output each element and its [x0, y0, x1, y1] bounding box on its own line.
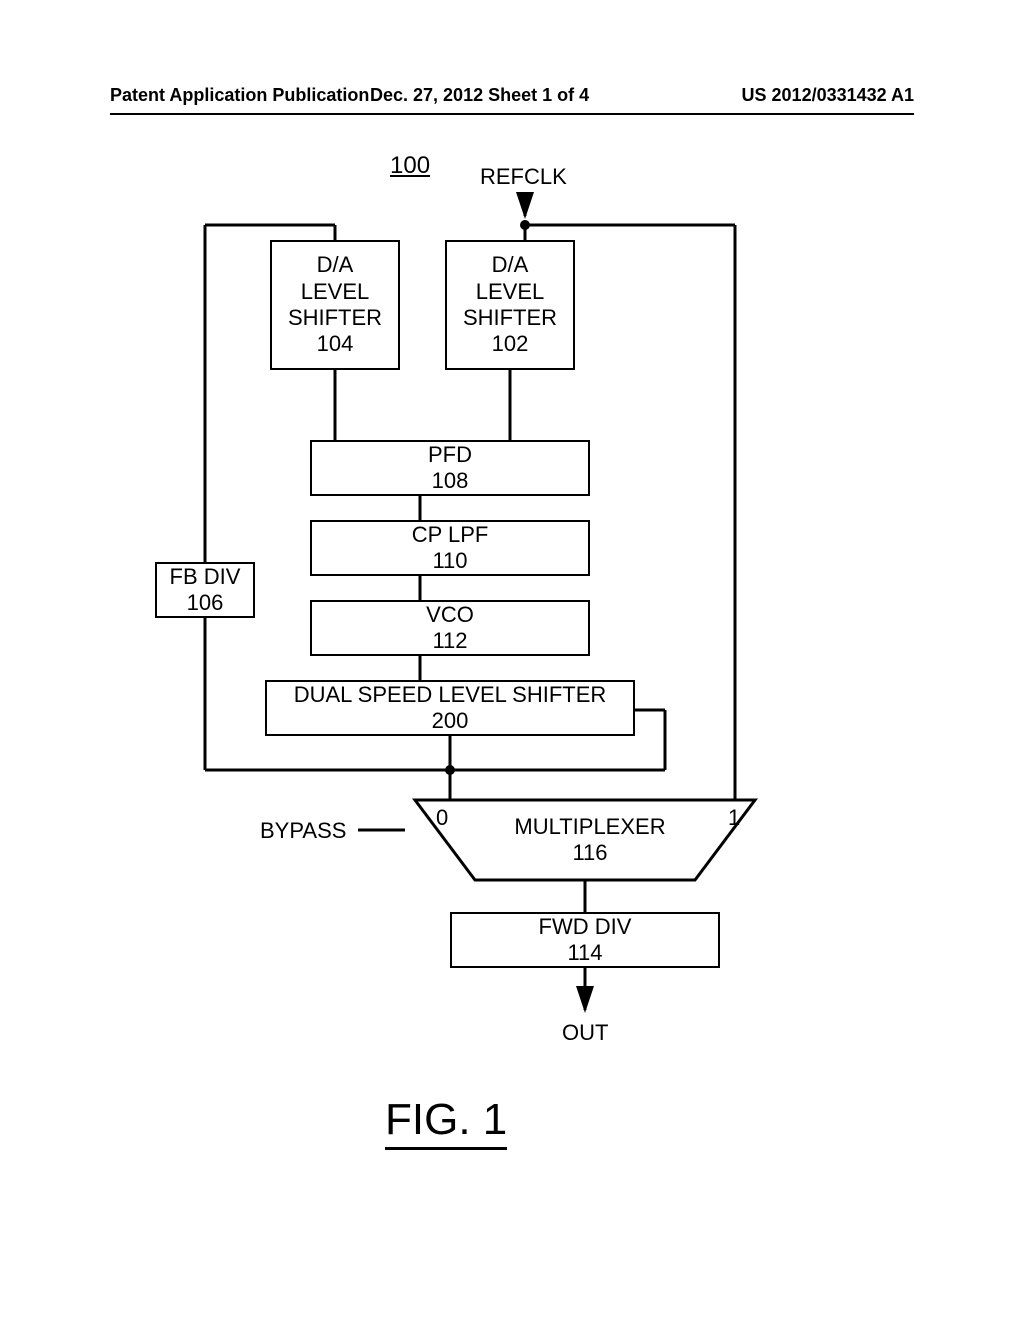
- ls102-line2: LEVEL: [476, 279, 545, 305]
- ls102-num: 102: [492, 331, 529, 357]
- header-center: Dec. 27, 2012 Sheet 1 of 4: [370, 85, 589, 106]
- pfd-name: PFD: [428, 442, 472, 468]
- fwddiv-num: 114: [567, 940, 602, 966]
- refclk-label: REFCLK: [480, 164, 567, 190]
- bypass-label: BYPASS: [260, 818, 346, 844]
- block-cp-lpf: CP LPF 110: [310, 520, 590, 576]
- ls102-line3: SHIFTER: [463, 305, 557, 331]
- block-fwd-div: FWD DIV 114: [450, 912, 720, 968]
- fbdiv-name: FB DIV: [170, 564, 241, 590]
- block-vco: VCO 112: [310, 600, 590, 656]
- block-level-shifter-102: D/A LEVEL SHIFTER 102: [445, 240, 575, 370]
- pfd-num: 108: [432, 468, 469, 494]
- mux-in0: 0: [436, 805, 448, 831]
- cplpf-name: CP LPF: [412, 522, 489, 548]
- block-dual-ls: DUAL SPEED LEVEL SHIFTER 200: [265, 680, 635, 736]
- cplpf-num: 110: [432, 548, 467, 574]
- vco-num: 112: [432, 628, 467, 654]
- dual-num: 200: [432, 708, 469, 734]
- vco-name: VCO: [426, 602, 474, 628]
- dual-name: DUAL SPEED LEVEL SHIFTER: [294, 682, 607, 708]
- ls104-line1: D/A: [317, 252, 354, 278]
- ls104-line2: LEVEL: [301, 279, 370, 305]
- header-right: US 2012/0331432 A1: [742, 85, 914, 106]
- ls104-num: 104: [317, 331, 354, 357]
- ref-number: 100: [390, 152, 430, 180]
- fbdiv-num: 106: [187, 590, 224, 616]
- ls104-line3: SHIFTER: [288, 305, 382, 331]
- block-pfd: PFD 108: [310, 440, 590, 496]
- mux-num: 116: [490, 840, 690, 866]
- header-left: Patent Application Publication: [110, 85, 369, 106]
- mux-in1: 1: [728, 805, 740, 831]
- fwddiv-name: FWD DIV: [539, 914, 632, 940]
- block-level-shifter-104: D/A LEVEL SHIFTER 104: [270, 240, 400, 370]
- header-rule: [110, 113, 914, 115]
- out-label: OUT: [562, 1020, 608, 1046]
- figure-label: FIG. 1: [385, 1095, 507, 1150]
- mux-name: MULTIPLEXER: [490, 814, 690, 840]
- block-fb-div: FB DIV 106: [155, 562, 255, 618]
- ls102-line1: D/A: [492, 252, 529, 278]
